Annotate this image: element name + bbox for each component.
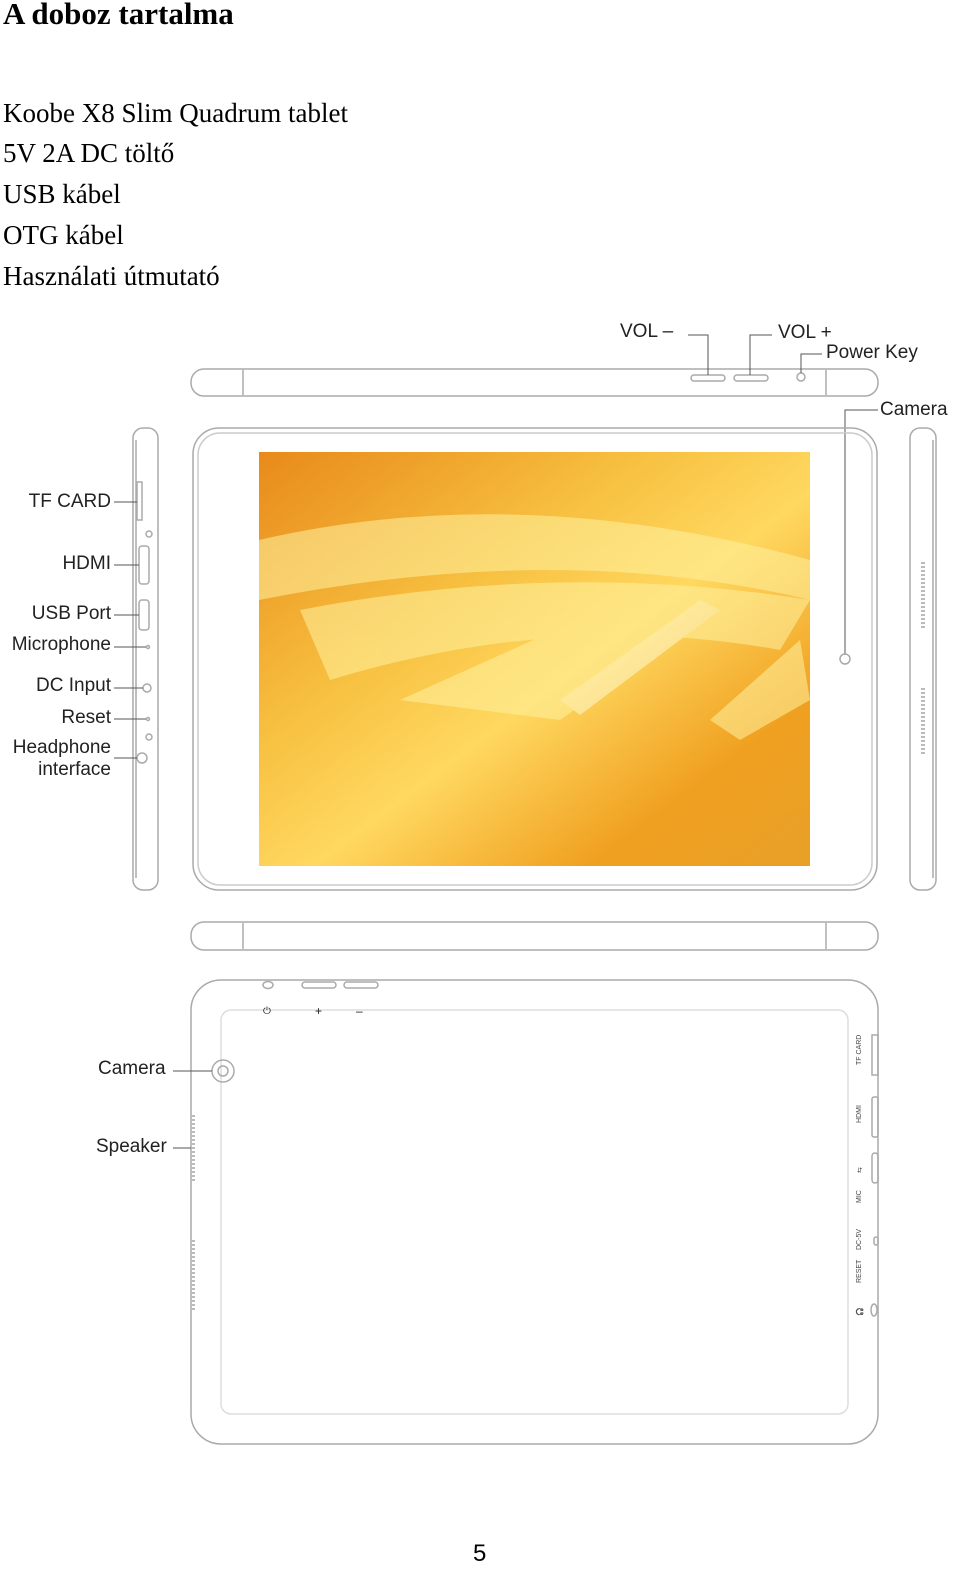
label-vol-minus: VOL – [620, 321, 674, 342]
label-hdmi: HDMI [62, 553, 111, 574]
port-label: HDMI [856, 1105, 863, 1123]
power-key [796, 372, 806, 382]
right-side-view [909, 427, 937, 891]
page-number: 5 [473, 1540, 487, 1567]
vol-minus-button [690, 374, 726, 382]
label-headphone: Headphone [12, 737, 111, 758]
label-reset: Reset [61, 707, 111, 728]
camera-back [211, 1059, 235, 1083]
top-edge-view [190, 368, 879, 397]
port-label: MIC [856, 1190, 863, 1203]
plus-symbol: + [315, 1004, 323, 1018]
minus-symbol: – [356, 1004, 363, 1018]
label-vol-plus: VOL + [778, 322, 832, 343]
vol-plus-button [733, 374, 769, 382]
label-interface: interface [38, 759, 111, 780]
port-label: TF CARD [856, 1034, 863, 1065]
camera-front [839, 653, 851, 665]
label-camera-front: Camera [880, 399, 948, 420]
bottom-edge-view [190, 921, 879, 951]
label-dc-input: DC Input [36, 675, 111, 696]
manual-page: A doboz tartalma Koobe X8 Slim Quadrum t… [0, 0, 960, 1584]
label-microphone: Microphone [11, 634, 111, 655]
port-label: RESET [856, 1259, 863, 1283]
port-label: ⇆ [857, 1167, 864, 1173]
label-power-key: Power Key [826, 342, 918, 363]
power-symbol: ⏻ [263, 1006, 271, 1017]
label-usb-port: USB Port [31, 603, 111, 624]
port-label: DC-5V [856, 1228, 863, 1250]
label-speaker: Speaker [96, 1136, 167, 1157]
label-tf-card: TF CARD [28, 491, 111, 512]
port-label: 🎧 [857, 1307, 864, 1316]
label-camera-back: Camera [98, 1058, 166, 1079]
tablet-diagram [114, 334, 937, 1445]
back-view [190, 979, 879, 1445]
